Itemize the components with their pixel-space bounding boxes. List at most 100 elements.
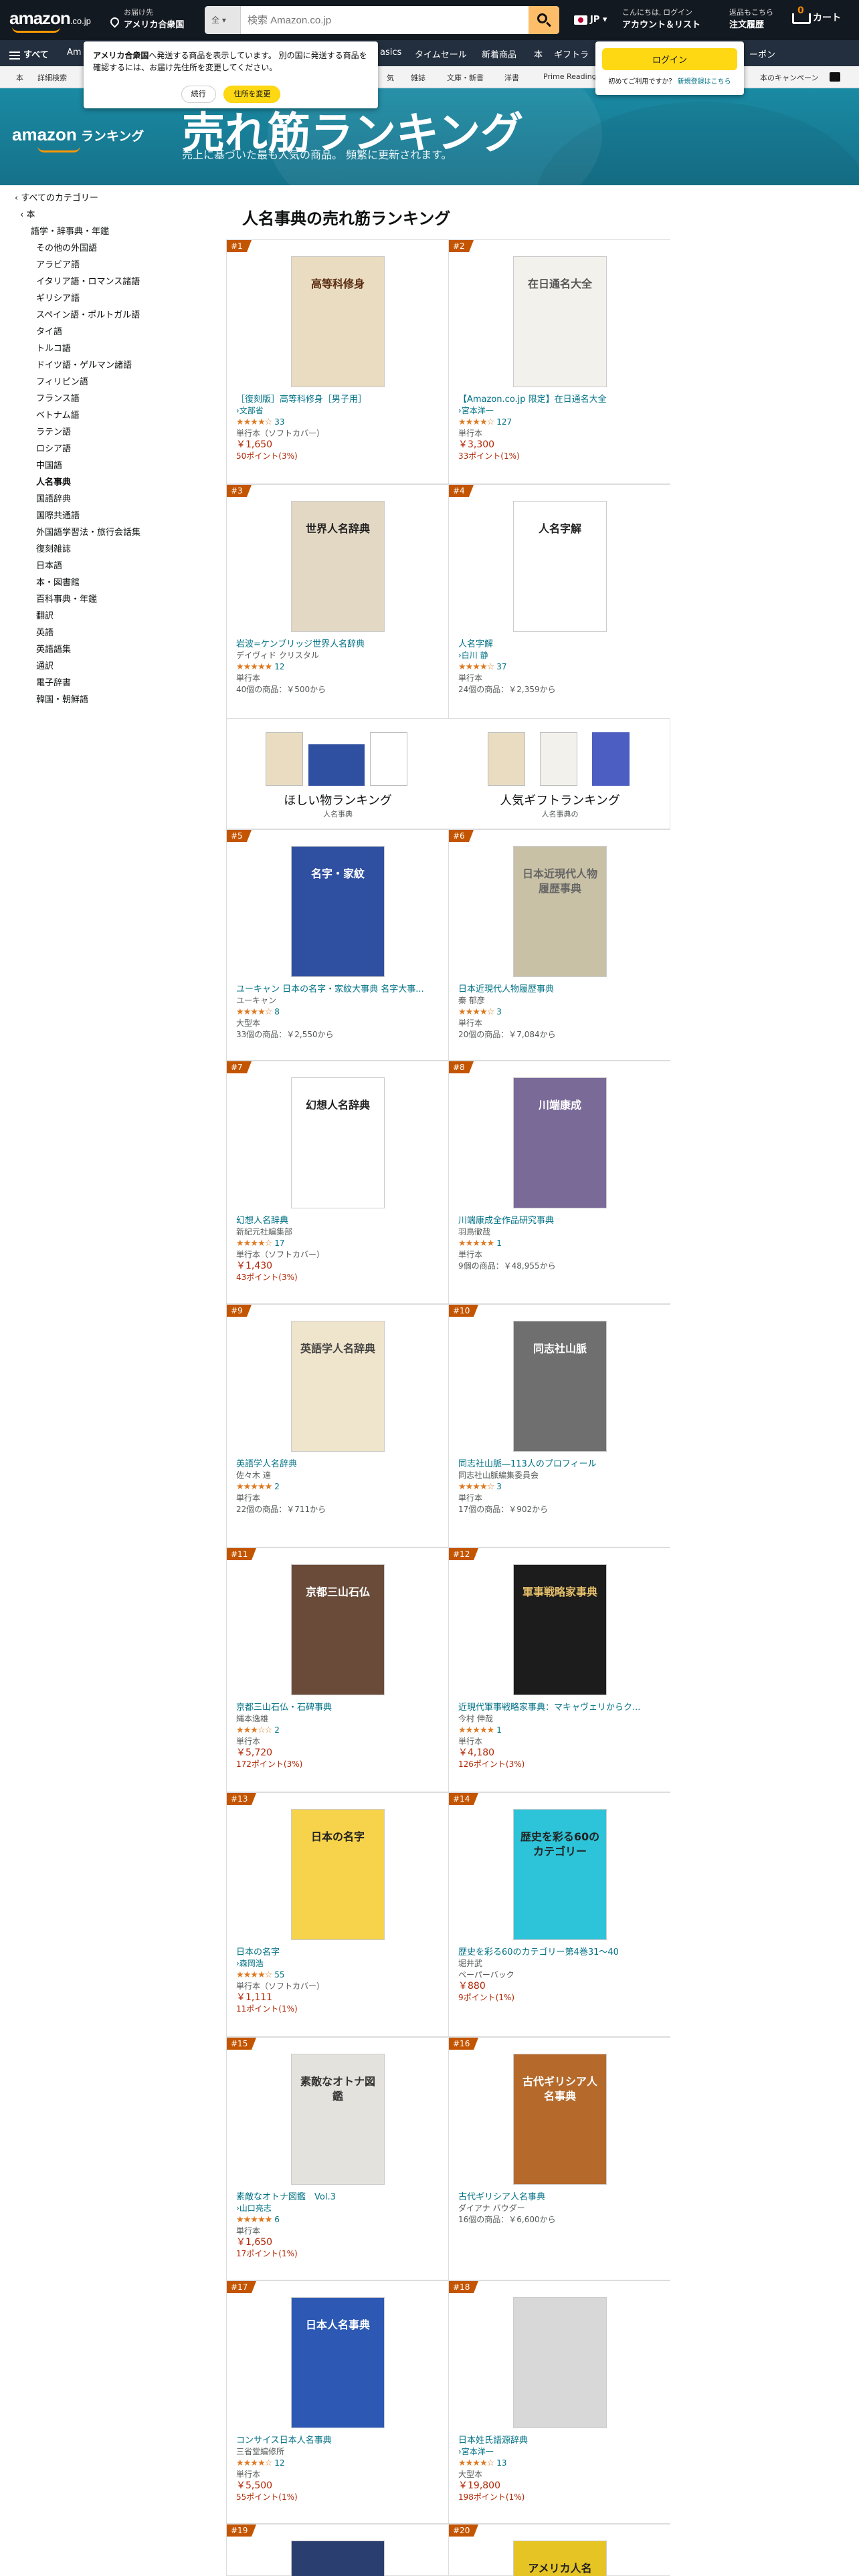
product-price[interactable]: ￥1,650 [236, 439, 440, 451]
product-image[interactable]: 日本の名字 [227, 1809, 449, 1943]
offers-link[interactable]: 16個の商品：￥6,600から [458, 2214, 662, 2226]
review-count[interactable]: 3 [496, 1007, 502, 1016]
sidebar-category-link[interactable]: スペイン語・ポルトガル語 [0, 307, 227, 324]
books-nav-item[interactable]: 雑誌 [411, 72, 425, 83]
sidebar-category-link[interactable]: 通訳 [0, 658, 227, 675]
sidebar-category-link[interactable]: 語学・辞事典・年鑑 [0, 223, 227, 240]
product-image[interactable]: 同志社山脈 [449, 1321, 671, 1455]
product-title-link[interactable]: 日本の名字 [236, 1947, 440, 1958]
product-price[interactable]: ￥19,800 [458, 2480, 662, 2492]
review-count[interactable]: 12 [274, 662, 284, 671]
product-image[interactable]: 日本人名事典 [227, 2297, 449, 2431]
review-count[interactable]: 6 [274, 2215, 280, 2224]
offers-link[interactable]: 20個の商品：￥7,084から [458, 1029, 662, 1041]
product-price[interactable]: ￥5,720 [236, 1747, 440, 1759]
offers-link[interactable]: 33個の商品：￥2,550から [236, 1029, 440, 1041]
search-input[interactable] [241, 6, 529, 34]
product-image[interactable]: 人名字解 [449, 501, 671, 635]
rating-row[interactable]: ★★★★☆ 8 [236, 1006, 440, 1018]
sidebar-category-link[interactable]: イタリア語・ロマンス諸語 [0, 274, 227, 290]
product-title-link[interactable]: 歴史を彩る60のカテゴリー第4巻31～40 [458, 1947, 662, 1958]
product-title-link[interactable]: ［復刻版］高等科修身［男子用］ [236, 394, 440, 405]
rating-row[interactable]: ★★★★★ 2 [236, 1481, 440, 1493]
review-count[interactable]: 17 [274, 1239, 284, 1248]
language-selector[interactable]: JP ▾ [574, 15, 607, 25]
books-nav-item[interactable]: 本 [16, 72, 23, 83]
product-image[interactable]: 英語学人名辞典 [227, 1321, 449, 1455]
product-image[interactable] [227, 2541, 449, 2576]
product-image[interactable]: アメリカ人名 [449, 2541, 671, 2576]
parent-category-link[interactable]: ‹ 本 [0, 207, 227, 223]
register-link[interactable]: 新規登録はこちら [678, 78, 731, 86]
review-count[interactable]: 33 [274, 417, 284, 427]
offers-link[interactable]: 9個の商品：￥48,955から [458, 1261, 662, 1272]
product-image[interactable]: 幻想人名辞典 [227, 1077, 449, 1211]
product-price[interactable]: ￥880 [458, 1981, 662, 1992]
subnav-item[interactable]: asics [380, 47, 401, 58]
review-count[interactable]: 37 [496, 662, 506, 671]
product-title-link[interactable]: 人名字解 [458, 639, 662, 650]
review-count[interactable]: 55 [274, 1970, 284, 1979]
product-title-link[interactable]: 日本近現代人物履歴事典 [458, 984, 662, 995]
subnav-item[interactable]: Am [67, 47, 82, 58]
review-count[interactable]: 8 [274, 1007, 280, 1016]
review-count[interactable]: 127 [496, 417, 512, 427]
sidebar-category-link[interactable]: 英語 [0, 625, 227, 641]
product-image[interactable]: 名字・家紋 [227, 846, 449, 980]
rating-row[interactable]: ★★★★★ 1 [458, 1725, 662, 1736]
sidebar-category-link[interactable]: その他の外国語 [0, 240, 227, 257]
product-title-link[interactable]: 岩波=ケンブリッジ世界人名辞典 [236, 639, 440, 650]
sidebar-category-link[interactable]: 韓国・朝鮮語 [0, 691, 227, 708]
rating-row[interactable]: ★★★★☆ 55 [236, 1969, 440, 1981]
sidebar-category-link[interactable]: ベトナム語 [0, 407, 227, 424]
books-nav-item[interactable]: 気 [387, 72, 394, 83]
review-count[interactable]: 3 [496, 1482, 502, 1491]
product-image[interactable]: 川端康成 [449, 1077, 671, 1211]
sidebar-category-link[interactable]: 国語辞典 [0, 491, 227, 508]
sidebar-category-link[interactable]: ドイツ語・ゲルマン諸語 [0, 357, 227, 374]
rating-row[interactable]: ★★★★☆ 127 [458, 417, 662, 428]
product-price[interactable]: ￥4,180 [458, 1747, 662, 1759]
books-nav-item[interactable]: 本のキャンペーン [760, 72, 818, 83]
product-price[interactable]: ￥1,111 [236, 1992, 440, 2004]
product-image[interactable]: 歴史を彩る60のカテゴリー [449, 1809, 671, 1943]
offers-link[interactable]: 17個の商品：￥902から [458, 1504, 662, 1515]
review-count[interactable]: 1 [496, 1239, 502, 1248]
sidebar-category-link[interactable]: フィリピン語 [0, 374, 227, 391]
rating-row[interactable]: ★★★★☆ 12 [236, 2458, 440, 2469]
review-count[interactable]: 12 [274, 2458, 284, 2468]
product-image[interactable]: 軍事戦略家事典 [449, 1564, 671, 1698]
gift-ranking-link[interactable]: 人気ギフトランキング 人名事典の [449, 732, 671, 826]
rating-row[interactable]: ★★★★☆ 3 [458, 1006, 662, 1018]
sidebar-category-link[interactable]: 電子辞書 [0, 675, 227, 691]
product-image[interactable]: 高等科修身 [227, 256, 449, 390]
product-image[interactable]: 在日通名大全 [449, 256, 671, 390]
all-categories-link[interactable]: ‹ すべてのカテゴリー [0, 190, 227, 207]
product-price[interactable]: ￥5,500 [236, 2480, 440, 2492]
sidebar-category-link[interactable]: フランス語 [0, 391, 227, 407]
review-count[interactable]: 1 [496, 1725, 502, 1735]
product-author[interactable]: ›山口亮志 [236, 2203, 440, 2214]
books-nav-item[interactable]: 文庫・新書 [447, 72, 484, 83]
product-title-link[interactable]: 【Amazon.co.jp 限定】在日通名大全 [458, 394, 662, 405]
product-title-link[interactable]: 英語学人名辞典 [236, 1459, 440, 1470]
product-image[interactable]: 古代ギリシア人名事典 [449, 2054, 671, 2187]
sidebar-category-link[interactable]: トルコ語 [0, 340, 227, 357]
sidebar-category-link[interactable]: タイ語 [0, 324, 227, 340]
search-button[interactable] [529, 6, 559, 34]
subnav-item[interactable]: タイムセール [415, 47, 467, 60]
product-title-link[interactable]: 京都三山石仏・石碑事典 [236, 1702, 440, 1713]
offers-link[interactable]: 40個の商品：￥500から [236, 684, 440, 695]
product-author[interactable]: ›宮本洋一 [458, 2446, 662, 2458]
continue-button[interactable]: 続行 [181, 86, 216, 103]
sidebar-category-link[interactable]: 人名事典 [0, 474, 227, 491]
rating-row[interactable]: ★★★★★ 1 [458, 1238, 662, 1249]
sidebar-category-link[interactable]: 英語語集 [0, 641, 227, 658]
product-price[interactable]: ￥3,300 [458, 439, 662, 451]
rating-row[interactable]: ★★★★★ 12 [236, 661, 440, 673]
all-menu-button[interactable]: すべて [9, 47, 49, 60]
change-address-button[interactable]: 住所を変更 [223, 86, 281, 103]
product-title-link[interactable]: ユーキャン 日本の名字・家紋大事典 名字大事... [236, 984, 440, 995]
sidebar-category-link[interactable]: 国際共通語 [0, 508, 227, 524]
sidebar-category-link[interactable]: 中国語 [0, 457, 227, 474]
